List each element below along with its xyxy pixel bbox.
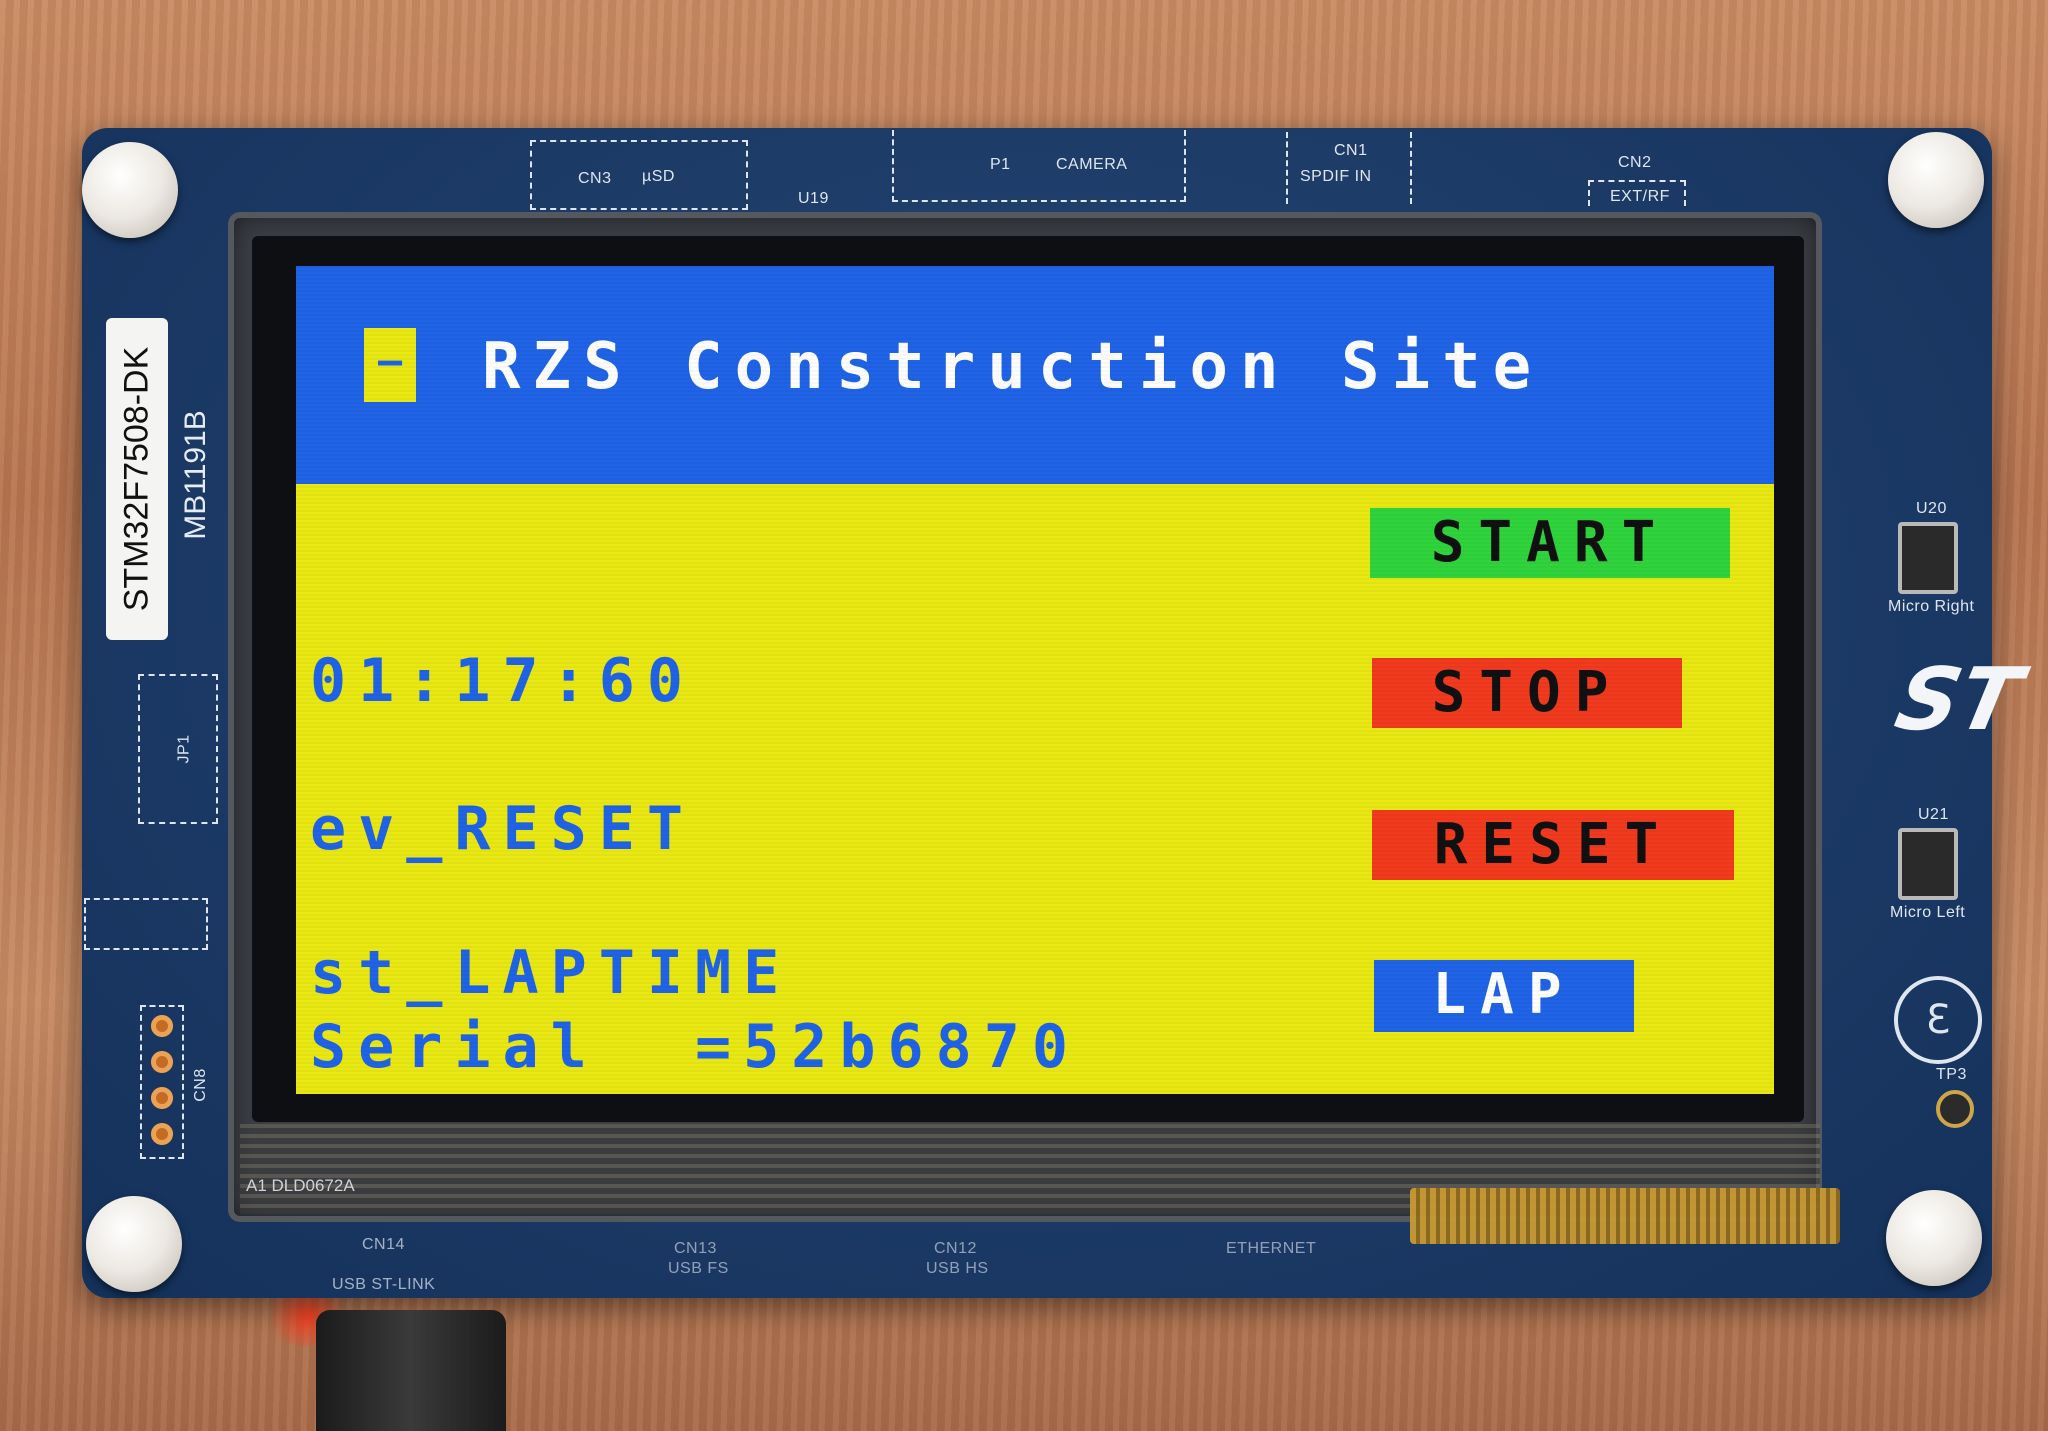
state-text: st_LAPTIME: [310, 938, 792, 1008]
silk-cn8: CN8: [191, 1068, 209, 1102]
standoff-top-left: [82, 142, 178, 238]
camera-connector-outline: [892, 130, 1186, 202]
silk-cn3: CN3: [578, 170, 612, 187]
silk-usb-hs: USB HS: [926, 1260, 989, 1277]
usb-cable: [316, 1310, 506, 1431]
silk-cn2: CN2: [1618, 154, 1652, 171]
silk-u20: U20: [1916, 500, 1947, 517]
header-outline-left: [84, 898, 208, 950]
lcd-screen: – RZS Construction Site 01:17:60 ev_RESE…: [296, 266, 1774, 1094]
silk-ethernet: ETHERNET: [1226, 1240, 1317, 1257]
board-id-container: MB1191B: [176, 410, 216, 540]
microphone-right: [1898, 522, 1958, 594]
silk-u19: U19: [798, 190, 829, 207]
silk-cn12: CN12: [934, 1240, 977, 1257]
microphone-left: [1898, 828, 1958, 900]
reset-button[interactable]: RESET: [1372, 810, 1734, 880]
stop-button[interactable]: STOP: [1372, 658, 1682, 728]
silk-spdif-in: SPDIF IN: [1300, 168, 1372, 185]
silk-cn13: CN13: [674, 1240, 717, 1257]
silk-tp3: TP3: [1936, 1066, 1967, 1083]
silk-usb-st-link: USB ST-LINK: [332, 1276, 436, 1293]
menu-button[interactable]: –: [364, 328, 416, 402]
screen-title: RZS Construction Site: [482, 330, 1544, 404]
standoff-bottom-left: [86, 1196, 182, 1292]
board-model-sticker: STM32F7508-DK: [106, 318, 168, 640]
silk-usb-fs: USB FS: [668, 1260, 729, 1277]
silk-micro-left: Micro Left: [1890, 904, 1966, 921]
silk-cn14: CN14: [362, 1236, 405, 1253]
panel-code-label: A1 DLD0672A: [246, 1176, 355, 1195]
board-model-label: STM32F7508-DK: [117, 346, 156, 612]
silk-p1: P1: [990, 156, 1011, 173]
standoff-top-right: [1888, 132, 1984, 228]
silk-usd: µSD: [642, 168, 675, 185]
tp3-test-point: [1936, 1090, 1974, 1128]
board-id-label: MB1191B: [179, 410, 212, 540]
lcd-header-bar: – RZS Construction Site: [296, 266, 1774, 484]
silk-cn1: CN1: [1334, 142, 1368, 159]
serial-text: Serial =52b6870: [310, 1012, 1080, 1082]
standoff-bottom-right: [1886, 1190, 1982, 1286]
silk-camera: CAMERA: [1056, 156, 1128, 173]
silk-jp1: JP1: [175, 734, 193, 764]
ce-mark-icon: Ɛ: [1894, 976, 1982, 1064]
cn8-pin-header: [140, 1005, 184, 1159]
fpc-connector: [1410, 1188, 1840, 1244]
start-button[interactable]: START: [1370, 508, 1730, 578]
silk-ext-rf: EXT/RF: [1610, 188, 1670, 205]
event-text: ev_RESET: [310, 794, 695, 864]
lap-button[interactable]: LAP: [1374, 960, 1634, 1032]
silk-u21: U21: [1918, 806, 1949, 823]
silk-micro-right: Micro Right: [1888, 598, 1975, 615]
time-display: 01:17:60: [310, 646, 695, 716]
usd-slot-outline: [530, 140, 748, 210]
